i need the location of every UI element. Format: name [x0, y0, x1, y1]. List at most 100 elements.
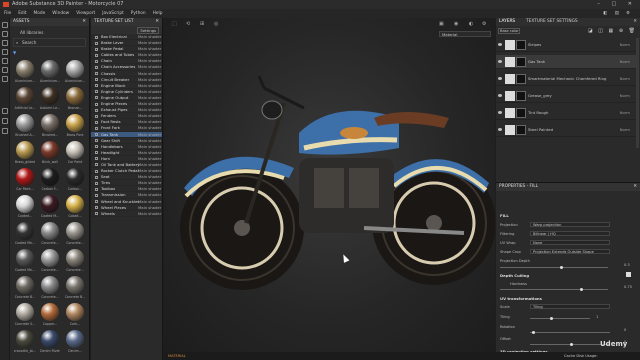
slider-knob[interactable]: [532, 331, 535, 334]
menu-item-viewport[interactable]: Viewport: [76, 11, 95, 16]
hardness-value[interactable]: 0.75: [624, 285, 632, 289]
tiling-value[interactable]: 1: [596, 315, 598, 319]
depth-culling-checkbox[interactable]: [626, 272, 631, 277]
material-thumbnail[interactable]: [16, 222, 34, 240]
layer-blend-mode[interactable]: Norm: [620, 76, 630, 81]
projection-tool-icon[interactable]: [2, 40, 8, 46]
slider-knob[interactable]: [560, 266, 563, 269]
material-thumbnail[interactable]: [16, 303, 34, 321]
material-thumbnail[interactable]: [66, 222, 84, 240]
menu-item-javascript[interactable]: JavaScript: [102, 11, 124, 16]
material-thumbnail[interactable]: [41, 195, 59, 213]
menu-item-edit[interactable]: Edit: [18, 11, 26, 16]
layer-row[interactable]: Grease_grey Norm: [496, 89, 636, 103]
material-thumbnail[interactable]: [41, 168, 59, 186]
visibility-eye-icon[interactable]: [498, 111, 502, 114]
material-thumbnail[interactable]: [66, 168, 84, 186]
menu-item-window[interactable]: Window: [52, 11, 69, 16]
layer-mask-thumbnail[interactable]: [516, 57, 526, 67]
layer-mask-thumbnail[interactable]: [516, 40, 526, 50]
tiling-slider[interactable]: [530, 317, 590, 320]
polygon-fill-icon[interactable]: [2, 49, 8, 55]
material-thumbnail[interactable]: [66, 141, 84, 159]
material-thumbnail[interactable]: [66, 249, 84, 267]
material-thumbnail[interactable]: [16, 114, 34, 132]
material-thumbnail[interactable]: [66, 60, 84, 78]
menu-item-python[interactable]: Python: [131, 11, 146, 16]
close-icon[interactable]: ✕: [633, 183, 637, 191]
material-thumbnail[interactable]: [41, 330, 59, 348]
material-thumbnail[interactable]: [41, 276, 59, 294]
layer-mask-thumbnail[interactable]: [516, 74, 526, 84]
material-thumbnail[interactable]: [41, 141, 59, 159]
visibility-eye-icon[interactable]: [498, 60, 502, 63]
projection-select[interactable]: Warp projection: [530, 222, 610, 227]
material-thumbnail[interactable]: [66, 114, 84, 132]
layer-mask-thumbnail[interactable]: [516, 91, 526, 101]
rotation-value[interactable]: 0: [624, 328, 626, 332]
menubar-icons[interactable]: ◧ ▤ ⚙: [603, 9, 633, 18]
channel-select[interactable]: Base color: [498, 28, 520, 34]
uv-transform-section[interactable]: UV transformations: [500, 296, 542, 301]
filtering-select[interactable]: Bilinear | HQ: [530, 231, 610, 236]
material-thumbnail[interactable]: [66, 330, 84, 348]
rotation-slider[interactable]: [530, 331, 610, 334]
offset-slider[interactable]: [530, 343, 610, 346]
paint-tool-icon[interactable]: [2, 22, 8, 28]
tab-texture-set-settings[interactable]: TEXTURE SET SETTINGS: [526, 18, 578, 26]
shape-crop-select[interactable]: Projection Extends Outside Shape: [530, 249, 610, 254]
close-icon[interactable]: ✕: [82, 18, 86, 26]
slider-knob[interactable]: [570, 343, 573, 346]
material-thumbnail[interactable]: [66, 87, 84, 105]
texture-set-shader[interactable]: Main shader: [138, 211, 161, 217]
slider-knob[interactable]: [580, 288, 583, 291]
visibility-eye-icon[interactable]: [498, 94, 502, 97]
material-thumbnail[interactable]: [16, 276, 34, 294]
window-controls[interactable]: – □ ✕: [597, 0, 637, 9]
material-thumbnail[interactable]: [16, 195, 34, 213]
material-thumbnail[interactable]: [41, 114, 59, 132]
layer-blend-mode[interactable]: Norm: [620, 59, 630, 64]
material-thumbnail[interactable]: [66, 303, 84, 321]
layers-icon[interactable]: [2, 118, 8, 124]
filter-icon[interactable]: ▼: [10, 49, 89, 56]
texture-set-row[interactable]: Wheels Main shader: [91, 211, 162, 217]
tab-layers[interactable]: LAYERS: [499, 18, 515, 26]
layer-row[interactable]: Gas Tank Norm: [496, 55, 636, 69]
material-thumbnail[interactable]: [41, 249, 59, 267]
material-thumbnail[interactable]: [66, 276, 84, 294]
projection-depth-value[interactable]: 0.3: [624, 263, 630, 267]
close-icon[interactable]: ✕: [633, 18, 637, 26]
material-thumbnail[interactable]: [16, 168, 34, 186]
visibility-eye-icon[interactable]: [498, 128, 502, 131]
material-thumbnail[interactable]: [66, 195, 84, 213]
material-thumbnail[interactable]: [41, 87, 59, 105]
material-thumbnail[interactable]: [16, 87, 34, 105]
3d-viewport[interactable]: ⬚ ⟲ ⊞ ◎ ▣ ◉ ◐ ⚙ Material: [164, 18, 495, 360]
assets-icon[interactable]: [2, 108, 8, 114]
layer-mask-thumbnail[interactable]: [516, 108, 526, 118]
material-thumbnail[interactable]: [16, 249, 34, 267]
settings-button[interactable]: Settings: [137, 27, 159, 34]
close-icon[interactable]: ✕: [155, 18, 159, 26]
menu-item-file[interactable]: File: [4, 11, 11, 16]
layers-scrollbar[interactable]: [636, 38, 639, 148]
search-input[interactable]: ⌕ Search: [13, 38, 86, 47]
material-thumbnail[interactable]: [16, 141, 34, 159]
layer-mask-thumbnail[interactable]: [516, 125, 526, 135]
layer-row[interactable]: Stripes Norm: [496, 38, 636, 52]
picker-tool-icon[interactable]: [2, 76, 8, 82]
layer-blend-mode[interactable]: Norm: [620, 42, 630, 47]
material-thumbnail[interactable]: [41, 222, 59, 240]
hardness-slider[interactable]: [500, 288, 608, 291]
layer-actions[interactable]: ◪ ◫ ▦ ⊕ 🗑: [588, 28, 637, 34]
visibility-eye-icon[interactable]: [498, 77, 502, 80]
depth-culling-section[interactable]: Depth Culling: [500, 273, 529, 278]
layer-blend-mode[interactable]: Norm: [620, 110, 630, 115]
layer-row[interactable]: Steel Painted Norm: [496, 123, 636, 137]
layer-row[interactable]: Smartmaterial Mechanic Chamfered Ring Nor…: [496, 72, 636, 86]
layer-row[interactable]: Tint Rough Norm: [496, 106, 636, 120]
layer-blend-mode[interactable]: Norm: [620, 127, 630, 132]
material-thumbnail[interactable]: [16, 330, 34, 348]
menu-item-mode[interactable]: Mode: [34, 11, 46, 16]
